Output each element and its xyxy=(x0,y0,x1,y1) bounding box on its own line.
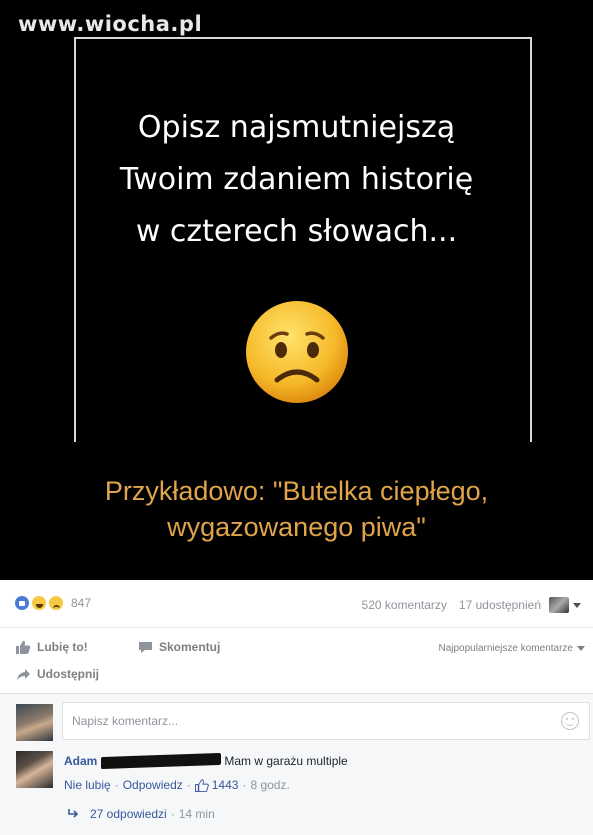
thumbs-up-icon xyxy=(16,640,31,654)
chevron-down-icon[interactable] xyxy=(573,602,581,608)
comment-input-placeholder: Napisz komentarz... xyxy=(72,714,179,728)
replies-count: 27 odpowiedzi xyxy=(90,807,167,821)
comment-like-count[interactable]: 1443 xyxy=(212,778,239,792)
comments-section: Napisz komentarz... Adam Mam w garażu mu… xyxy=(0,694,593,835)
reply-arrow-icon xyxy=(68,809,79,818)
like-reaction-icon xyxy=(14,595,30,611)
sort-label: Najpopularniejsze komentarze xyxy=(438,643,573,654)
comment-meta: Nie lubię · Odpowiedz · 1443 · 8 godz. xyxy=(64,778,290,792)
reactions-summary[interactable]: 847 xyxy=(14,595,91,611)
meme-image[interactable]: www.wiocha.pl Opisz najsmutniejszą Twoim… xyxy=(0,0,593,580)
share-label: Udostępnij xyxy=(37,667,99,681)
commenter-avatar[interactable] xyxy=(16,751,53,788)
reply-link[interactable]: Odpowiedz xyxy=(123,778,183,792)
share-arrow-icon xyxy=(17,668,30,680)
replies-time: 14 min xyxy=(178,807,215,821)
sad-reaction-icon xyxy=(48,595,64,611)
like-label: Lubię to! xyxy=(37,640,88,654)
viewer-avatar[interactable] xyxy=(549,597,569,613)
chevron-down-icon xyxy=(577,646,585,651)
post-stats: 847 520 komentarzy 17 udostępnień xyxy=(0,580,593,628)
avatar[interactable] xyxy=(16,704,53,741)
comment-text: Mam w garażu multiple xyxy=(224,754,348,768)
meme-question: Opisz najsmutniejszą Twoim zdaniem histo… xyxy=(119,110,474,249)
comment-button[interactable]: Skomentuj xyxy=(138,640,220,654)
haha-reaction-icon xyxy=(31,595,47,611)
post-actions: Lubię to! Skomentuj Udostępnij Najpopula… xyxy=(0,628,593,694)
comment-sort-dropdown[interactable]: Najpopularniejsze komentarze xyxy=(438,643,585,654)
reaction-count: 847 xyxy=(71,596,92,610)
replies-link[interactable]: 27 odpowiedzi · 14 min xyxy=(68,807,215,821)
comments-count-link[interactable]: 520 komentarzy xyxy=(362,598,447,612)
comment-time[interactable]: 8 godz. xyxy=(250,778,289,792)
emoji-picker-icon[interactable] xyxy=(561,712,579,730)
watermark: www.wiocha.pl xyxy=(18,12,203,36)
comment-input[interactable]: Napisz komentarz... xyxy=(62,702,590,740)
comment-author-link[interactable]: Adam xyxy=(64,754,97,768)
thumbs-up-icon xyxy=(194,778,209,792)
share-button[interactable]: Udostępnij xyxy=(16,667,99,681)
meme-example: Przykładowo: "Butelka ciepłego, wygazowa… xyxy=(104,476,489,542)
post-counters: 520 komentarzy 17 udostępnień xyxy=(350,597,581,613)
unlike-link[interactable]: Nie lubię xyxy=(64,778,111,792)
comment-bubble-icon xyxy=(139,641,152,653)
redacted-surname xyxy=(101,752,222,770)
comment-body: Adam Mam w garażu multiple xyxy=(64,752,348,770)
shares-count-link[interactable]: 17 udostępnień xyxy=(459,598,541,612)
comment-label: Skomentuj xyxy=(159,640,221,654)
sad-face-emoji-icon xyxy=(246,301,348,403)
like-button[interactable]: Lubię to! xyxy=(16,640,88,654)
